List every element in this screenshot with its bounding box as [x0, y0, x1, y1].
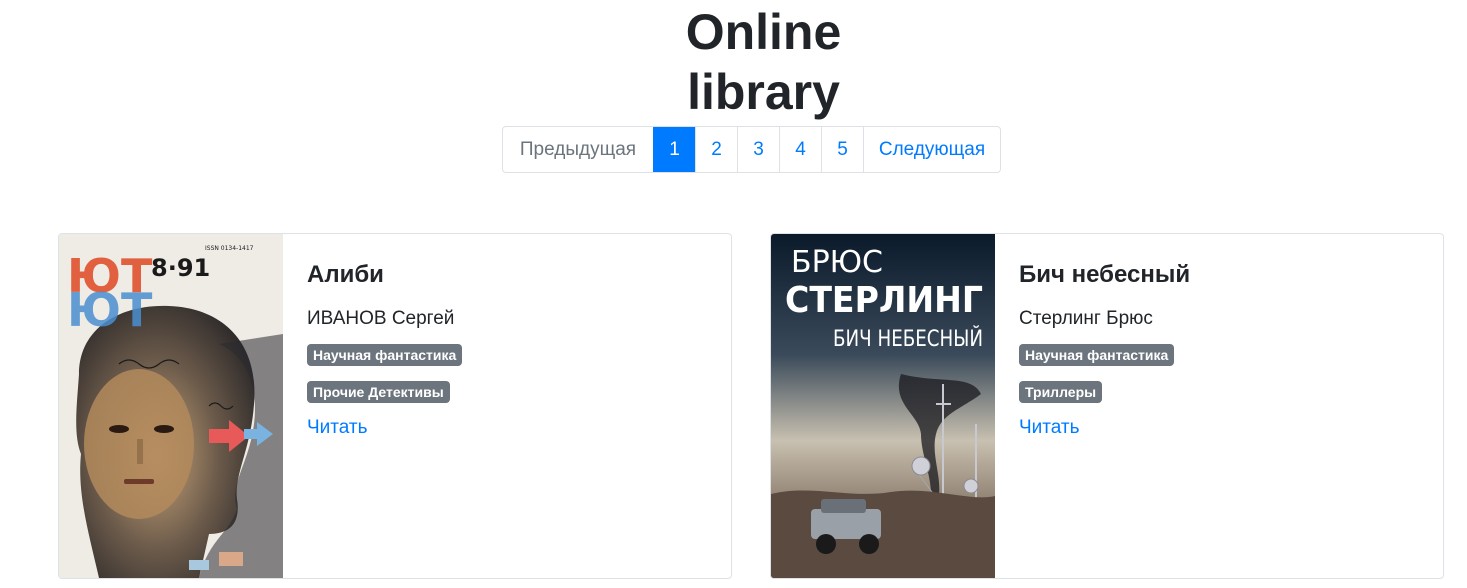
- pagination-page-3[interactable]: 3: [737, 127, 779, 172]
- cover-author-last: СТЕРЛИНГ: [785, 280, 983, 321]
- cover-issue: 8·91: [151, 254, 210, 282]
- pagination: Предыдущая 1 2 3 4 5 Следующая: [502, 126, 1001, 173]
- genre-badge: Научная фантастика: [307, 344, 463, 366]
- pagination-previous-button[interactable]: Предыдущая: [503, 127, 653, 172]
- book-card-body: Бич небесный Стерлинг Брюс Научная фанта…: [995, 234, 1214, 578]
- book-title: Бич небесный: [1019, 261, 1191, 288]
- book-card-body: Алиби ИВАНОВ Сергей Научная фантастика П…: [283, 234, 486, 578]
- genre-badge: Прочие Детективы: [307, 381, 450, 403]
- genre-badge: Триллеры: [1019, 381, 1103, 403]
- pagination-page-5[interactable]: 5: [821, 127, 863, 172]
- cover-title: БИЧ НЕБЕСНЫЙ: [833, 326, 983, 352]
- page-title-line-2: library: [687, 64, 840, 120]
- pagination-next-button[interactable]: Следующая: [863, 127, 1000, 172]
- book-card: БРЮС СТЕРЛИНГ БИЧ НЕБЕСНЫЙ Бич небесный …: [770, 233, 1444, 579]
- pagination-page-4[interactable]: 4: [779, 127, 821, 172]
- cover-issn: ISSN 0134-1417: [205, 245, 254, 252]
- page-title-line-1: Online: [685, 4, 842, 60]
- read-link[interactable]: Читать: [1019, 416, 1080, 440]
- book-title: Алиби: [307, 261, 384, 288]
- cover-author-first: БРЮС: [791, 245, 883, 280]
- book-author: Стерлинг Брюс: [1019, 308, 1153, 329]
- svg-text:ЮТ: ЮТ: [67, 283, 153, 337]
- book-cover-image: БРЮС СТЕРЛИНГ БИЧ НЕБЕСНЫЙ: [771, 234, 995, 578]
- book-author: ИВАНОВ Сергей: [307, 308, 455, 329]
- pagination-page-2[interactable]: 2: [695, 127, 737, 172]
- book-cover-image: ЮТ ЮТ 8·91 ISSN 0134-1417: [59, 234, 283, 578]
- read-link[interactable]: Читать: [307, 416, 368, 440]
- page-title: Online library: [0, 2, 1467, 122]
- book-card: ЮТ ЮТ 8·91 ISSN 0134-1417 Алиби ИВАНОВ С…: [58, 233, 732, 579]
- pagination-page-1[interactable]: 1: [653, 127, 695, 172]
- genre-badge: Научная фантастика: [1019, 344, 1175, 366]
